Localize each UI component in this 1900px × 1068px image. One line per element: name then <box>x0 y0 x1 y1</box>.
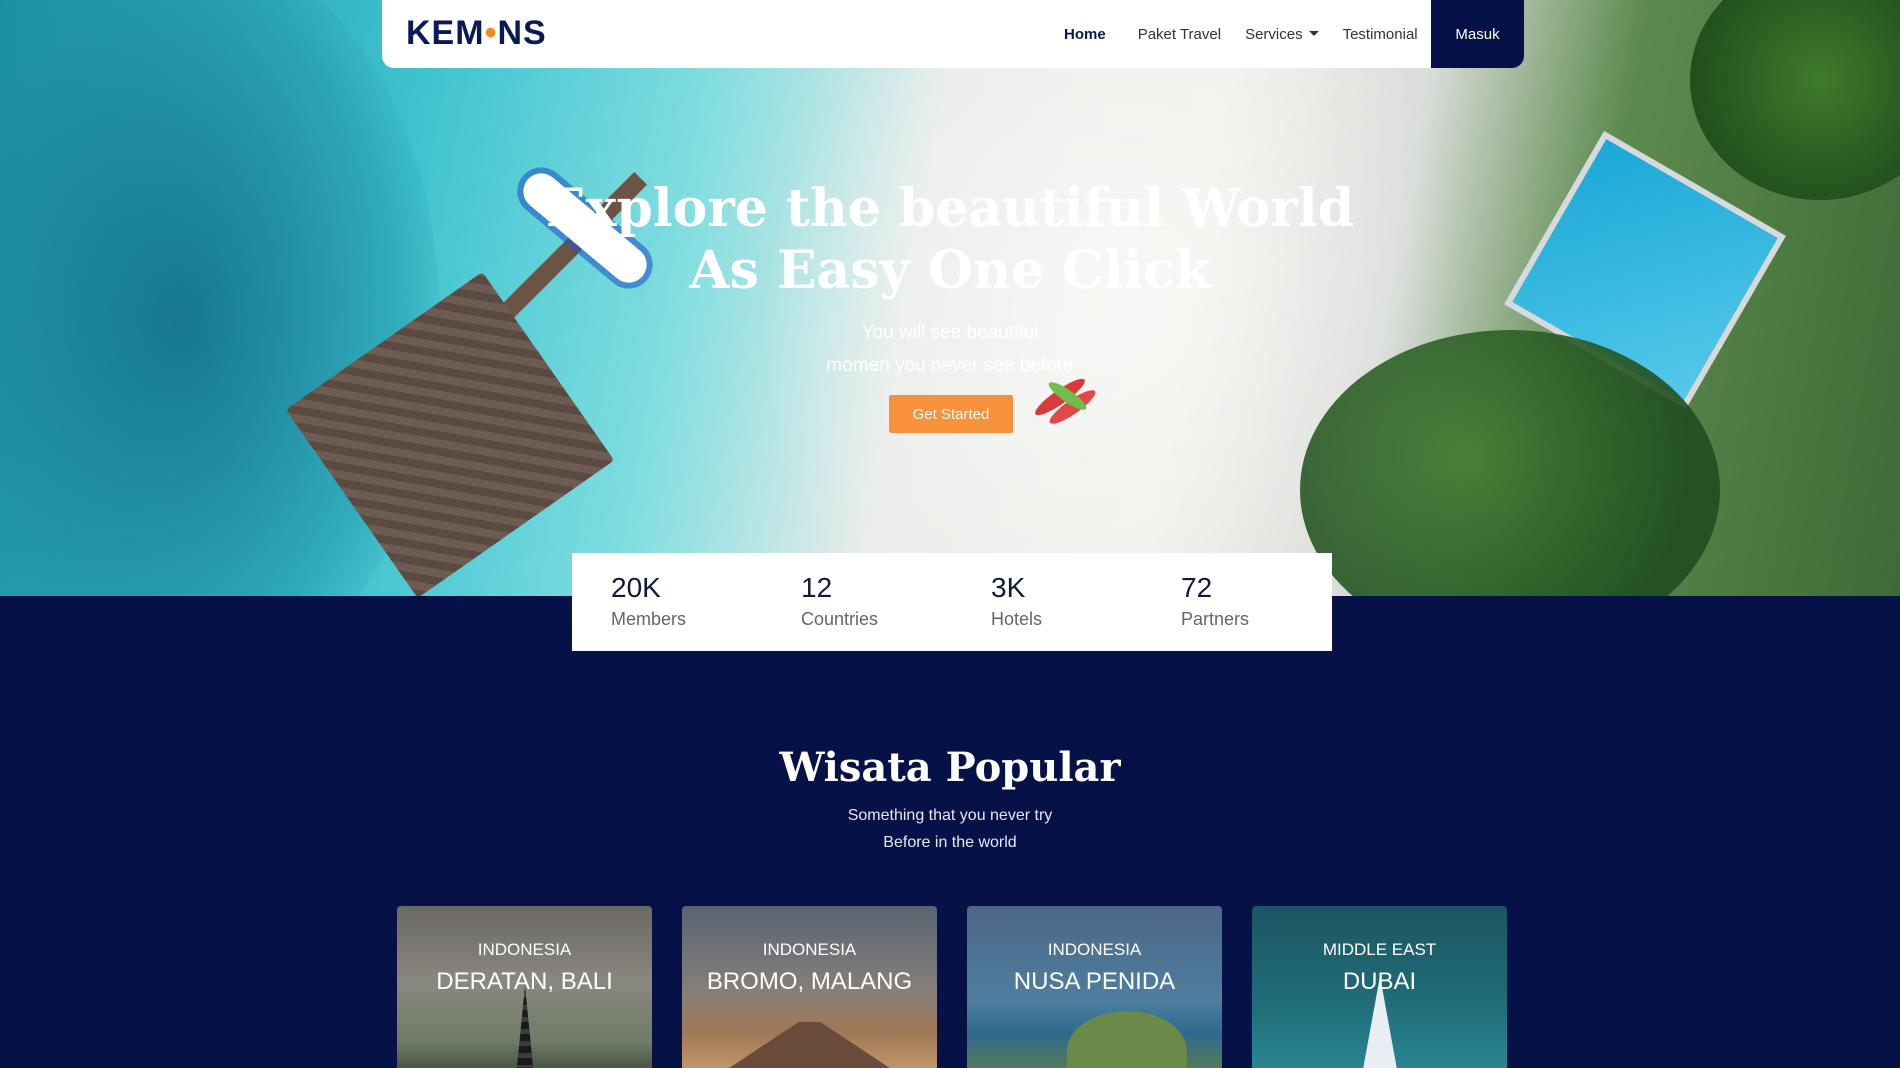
nav-home[interactable]: Home <box>1052 26 1118 43</box>
section-subtitle-line1: Something that you never try <box>847 807 1053 824</box>
stat-value: 72 <box>1181 572 1213 603</box>
hero-title-line1: Explore the beautiful World <box>545 178 1355 239</box>
stat-members: 20K Members <box>572 553 762 651</box>
destination-card-bromo[interactable]: INDONESIA BROMO, MALANG <box>682 906 937 1068</box>
section-subtitle-line2: Before in the world <box>883 834 1017 851</box>
destination-card-bali[interactable]: INDONESIA DERATAN, BALI <box>397 906 652 1068</box>
nav-paket-travel[interactable]: Paket Travel <box>1126 26 1233 43</box>
card-region: INDONESIA <box>1047 940 1142 959</box>
card-region: INDONESIA <box>477 940 572 959</box>
stat-value: 12 <box>801 572 833 603</box>
card-region: MIDDLE EAST <box>1322 940 1437 959</box>
nav-services[interactable]: Services <box>1233 26 1331 43</box>
card-name: DUBAI <box>1342 968 1417 995</box>
destination-card-nusa-penida[interactable]: INDONESIA NUSA PENIDA <box>967 906 1222 1068</box>
stat-label: Members <box>611 609 687 629</box>
hero-title: Explore the beautiful World As Easy One … <box>0 178 1900 302</box>
card-name: DERATAN, BALI <box>436 968 613 995</box>
card-name: NUSA PENIDA <box>1013 968 1176 995</box>
nav-services-label: Services <box>1245 25 1303 43</box>
stat-countries: 12 Countries <box>762 553 952 651</box>
stat-label: Hotels <box>991 609 1043 629</box>
get-started-button[interactable]: Get Started <box>889 395 1013 433</box>
pagoda-image <box>515 986 535 1068</box>
card-region: INDONESIA <box>762 940 857 959</box>
stat-value: 3K <box>991 572 1026 603</box>
mountain-image <box>702 1022 917 1068</box>
logo-dot: • <box>484 14 498 52</box>
section-subtitle: Something that you never try Before in t… <box>0 802 1900 856</box>
hero-title-line2: As Easy One Click <box>689 240 1211 301</box>
logo-text-b: NS <box>497 14 547 52</box>
section-title: Wisata Popular <box>779 744 1121 791</box>
card-name: BROMO, MALANG <box>706 968 913 995</box>
login-button[interactable]: Masuk <box>1431 0 1524 68</box>
hero-subtitle: You will see beautiful momen you never s… <box>0 316 1900 382</box>
hero-trees <box>1690 0 1900 200</box>
stat-label: Countries <box>801 609 879 629</box>
stat-partners: 72 Partners <box>1142 553 1332 651</box>
cliff-image <box>1067 1011 1187 1068</box>
stats-bar: 20K Members 12 Countries 3K Hotels 72 Pa… <box>572 553 1332 651</box>
logo-text-a: KEM <box>406 14 485 52</box>
destination-cards: INDONESIA DERATAN, BALI INDONESIA BROMO,… <box>397 906 1507 1068</box>
stat-value: 20K <box>611 572 661 603</box>
hero-subtitle-line2: momen you never see before <box>826 355 1074 376</box>
hero-subtitle-line1: You will see beautiful <box>861 322 1039 343</box>
stat-label: Partners <box>1181 609 1250 629</box>
brand-logo[interactable]: KEM•NS <box>406 14 547 53</box>
nav-links: Home Paket Travel Services Testimonial <box>1052 0 1430 68</box>
destination-card-dubai[interactable]: MIDDLE EAST DUBAI <box>1252 906 1507 1068</box>
navbar: KEM•NS Home Paket Travel Services Testim… <box>382 0 1524 68</box>
stat-hotels: 3K Hotels <box>952 553 1142 651</box>
nav-testimonial[interactable]: Testimonial <box>1331 26 1430 43</box>
caret-down-icon <box>1308 30 1319 36</box>
